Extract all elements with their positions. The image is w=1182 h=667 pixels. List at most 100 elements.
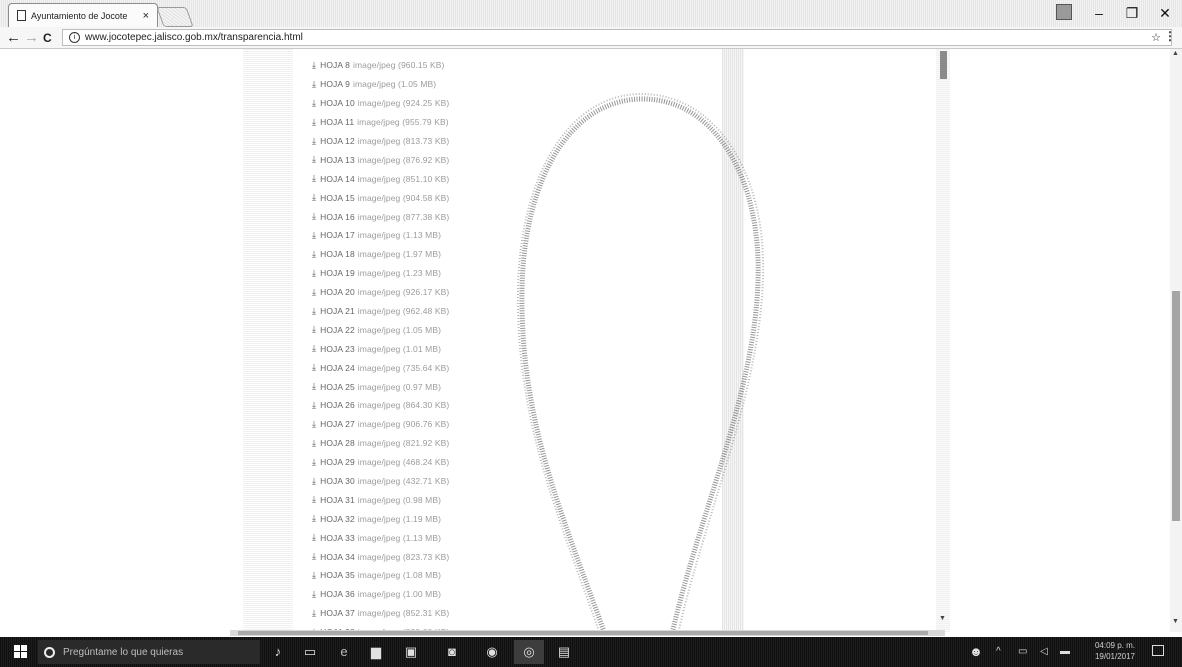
chrome-icon[interactable]: ◎ — [521, 644, 537, 660]
file-name-link[interactable]: HOJA 18 — [320, 249, 355, 259]
forward-button[interactable]: → — [24, 28, 39, 48]
download-icon[interactable]: ⤓ — [312, 589, 316, 600]
file-item[interactable]: ⤓ HOJA 26 image/jpeg (864.30 KB) — [312, 396, 449, 415]
download-icon[interactable]: ⤓ — [312, 513, 316, 524]
download-icon[interactable]: ⤓ — [312, 343, 316, 354]
file-item[interactable]: ⤓ HOJA 21 image/jpeg (962.48 KB) — [312, 302, 449, 321]
tab-close-button[interactable]: × — [143, 10, 149, 22]
microphone-icon[interactable]: ♪ — [270, 644, 286, 660]
file-name-link[interactable]: HOJA 25 — [320, 382, 355, 392]
file-name-link[interactable]: HOJA 36 — [320, 589, 355, 599]
file-item[interactable]: ⤓ HOJA 27 image/jpeg (906.76 KB) — [312, 415, 449, 434]
horizontal-scrollbar-thumb[interactable] — [238, 631, 928, 635]
file-name-link[interactable]: HOJA 26 — [320, 400, 355, 410]
download-icon[interactable]: ⤓ — [312, 476, 316, 487]
download-icon[interactable]: ⤓ — [312, 117, 316, 128]
photos-icon[interactable]: ◉ — [484, 644, 500, 660]
download-icon[interactable]: ⤓ — [312, 570, 316, 581]
file-name-link[interactable]: HOJA 31 — [320, 495, 355, 505]
file-name-link[interactable]: HOJA 17 — [320, 230, 355, 240]
windows-start-icon[interactable] — [14, 645, 28, 659]
download-icon[interactable]: ⤓ — [312, 268, 316, 279]
download-icon[interactable]: ⤓ — [312, 154, 316, 165]
file-item[interactable]: ⤓ HOJA 12 image/jpeg (813.73 KB) — [312, 132, 449, 151]
file-name-link[interactable]: HOJA 13 — [320, 155, 355, 165]
download-icon[interactable]: ⤓ — [312, 494, 316, 505]
download-icon[interactable]: ⤓ — [312, 400, 316, 411]
file-item[interactable]: ⤓ HOJA 24 image/jpeg (735.64 KB) — [312, 358, 449, 377]
minimize-button[interactable]: – — [1084, 3, 1114, 23]
store-icon[interactable]: ◙ — [444, 644, 460, 660]
file-item[interactable]: ⤓ HOJA 15 image/jpeg (904.58 KB) — [312, 188, 449, 207]
download-icon[interactable]: ⤓ — [312, 211, 316, 222]
file-item[interactable]: ⤓ HOJA 34 image/jpeg (823.73 KB) — [312, 547, 449, 566]
file-name-link[interactable]: HOJA 32 — [320, 514, 355, 524]
download-icon[interactable]: ⤓ — [312, 230, 316, 241]
site-info-icon[interactable]: i — [69, 32, 80, 43]
file-explorer-icon[interactable]: ▆ — [368, 644, 384, 660]
file-item[interactable]: ⤓ HOJA 17 image/jpeg (1.13 MB) — [312, 226, 449, 245]
profile-icon[interactable] — [1056, 4, 1072, 20]
file-item[interactable]: ⤓ HOJA 13 image/jpeg (876.92 KB) — [312, 150, 449, 169]
download-icon[interactable]: ⤓ — [312, 438, 316, 449]
file-name-link[interactable]: HOJA 24 — [320, 363, 355, 373]
bookmark-star-icon[interactable]: ☆ — [1151, 31, 1161, 44]
inner-scroll-down-icon[interactable]: ▼ — [939, 615, 946, 622]
download-icon[interactable]: ⤓ — [312, 457, 316, 468]
network-icon[interactable]: ▭ — [1018, 646, 1027, 657]
download-icon[interactable]: ⤓ — [312, 324, 316, 335]
download-icon[interactable]: ⤓ — [312, 98, 316, 109]
download-icon[interactable]: ⤓ — [312, 192, 316, 203]
cortana-icon[interactable] — [44, 646, 55, 658]
file-item[interactable]: ⤓ HOJA 8 image/jpeg (960.15 KB) — [312, 56, 449, 75]
download-icon[interactable]: ⤓ — [312, 362, 316, 373]
file-item[interactable]: ⤓ HOJA 29 image/jpeg (468.24 KB) — [312, 453, 449, 472]
file-name-link[interactable]: HOJA 34 — [320, 552, 355, 562]
taskbar-search-box[interactable]: Pregúntame lo que quieras — [38, 640, 260, 664]
file-name-link[interactable]: HOJA 8 — [320, 60, 350, 70]
file-name-link[interactable]: HOJA 16 — [320, 212, 355, 222]
file-name-link[interactable]: HOJA 35 — [320, 570, 355, 580]
download-icon[interactable]: ⤓ — [312, 173, 316, 184]
file-item[interactable]: ⤓ HOJA 22 image/jpeg (1.05 MB) — [312, 320, 449, 339]
file-item[interactable]: ⤓ HOJA 32 image/jpeg (1.19 MB) — [312, 509, 449, 528]
download-icon[interactable]: ⤓ — [312, 249, 316, 260]
file-name-link[interactable]: HOJA 27 — [320, 419, 355, 429]
file-item[interactable]: ⤓ HOJA 31 image/jpeg (0.98 MB) — [312, 490, 449, 509]
file-name-link[interactable]: HOJA 9 — [320, 79, 350, 89]
file-item[interactable]: ⤓ HOJA 37 image/jpeg (852.31 KB) — [312, 604, 449, 623]
file-name-link[interactable]: HOJA 20 — [320, 287, 355, 297]
download-icon[interactable]: ⤓ — [312, 287, 316, 298]
download-icon[interactable]: ⤓ — [312, 551, 316, 562]
download-icon[interactable]: ⤓ — [312, 60, 316, 71]
task-view-icon[interactable]: ▭ — [302, 644, 318, 660]
file-name-link[interactable]: HOJA 11 — [320, 117, 354, 127]
file-name-link[interactable]: HOJA 12 — [320, 136, 355, 146]
maximize-button[interactable]: ❐ — [1117, 3, 1147, 23]
file-name-link[interactable]: HOJA 29 — [320, 457, 355, 467]
show-hidden-icons-icon[interactable]: ^ — [996, 646, 1001, 657]
file-name-link[interactable]: HOJA 30 — [320, 476, 355, 486]
file-item[interactable]: ⤓ HOJA 14 image/jpeg (851.10 KB) — [312, 169, 449, 188]
file-name-link[interactable]: HOJA 33 — [320, 533, 355, 543]
download-icon[interactable]: ⤓ — [312, 419, 316, 430]
file-item[interactable]: ⤓ HOJA 10 image/jpeg (924.25 KB) — [312, 94, 449, 113]
file-name-link[interactable]: HOJA 10 — [320, 98, 355, 108]
file-item[interactable]: ⤓ HOJA 36 image/jpeg (1.00 MB) — [312, 585, 449, 604]
file-item[interactable]: ⤓ HOJA 11 image/jpeg (955.79 KB) — [312, 113, 449, 132]
file-name-link[interactable]: HOJA 14 — [320, 174, 355, 184]
file-name-link[interactable]: HOJA 19 — [320, 268, 355, 278]
word-icon[interactable]: ▤ — [556, 644, 572, 660]
volume-icon[interactable]: ◁ — [1040, 646, 1048, 657]
new-tab-button[interactable] — [156, 7, 194, 27]
keyboard-icon[interactable]: ▬ — [1060, 646, 1070, 657]
file-item[interactable]: ⤓ HOJA 19 image/jpeg (1.23 MB) — [312, 264, 449, 283]
inner-scrollbar-track[interactable] — [936, 49, 950, 632]
file-item[interactable]: ⤓ HOJA 9 image/jpeg (1.05 MB) — [312, 75, 449, 94]
back-button[interactable]: ← — [6, 28, 21, 48]
file-name-link[interactable]: HOJA 23 — [320, 344, 355, 354]
user-tray-icon[interactable]: ☻ — [968, 644, 984, 660]
download-icon[interactable]: ⤓ — [312, 136, 316, 147]
file-item[interactable]: ⤓ HOJA 23 image/jpeg (1.01 MB) — [312, 339, 449, 358]
reload-button[interactable]: C — [43, 28, 52, 48]
